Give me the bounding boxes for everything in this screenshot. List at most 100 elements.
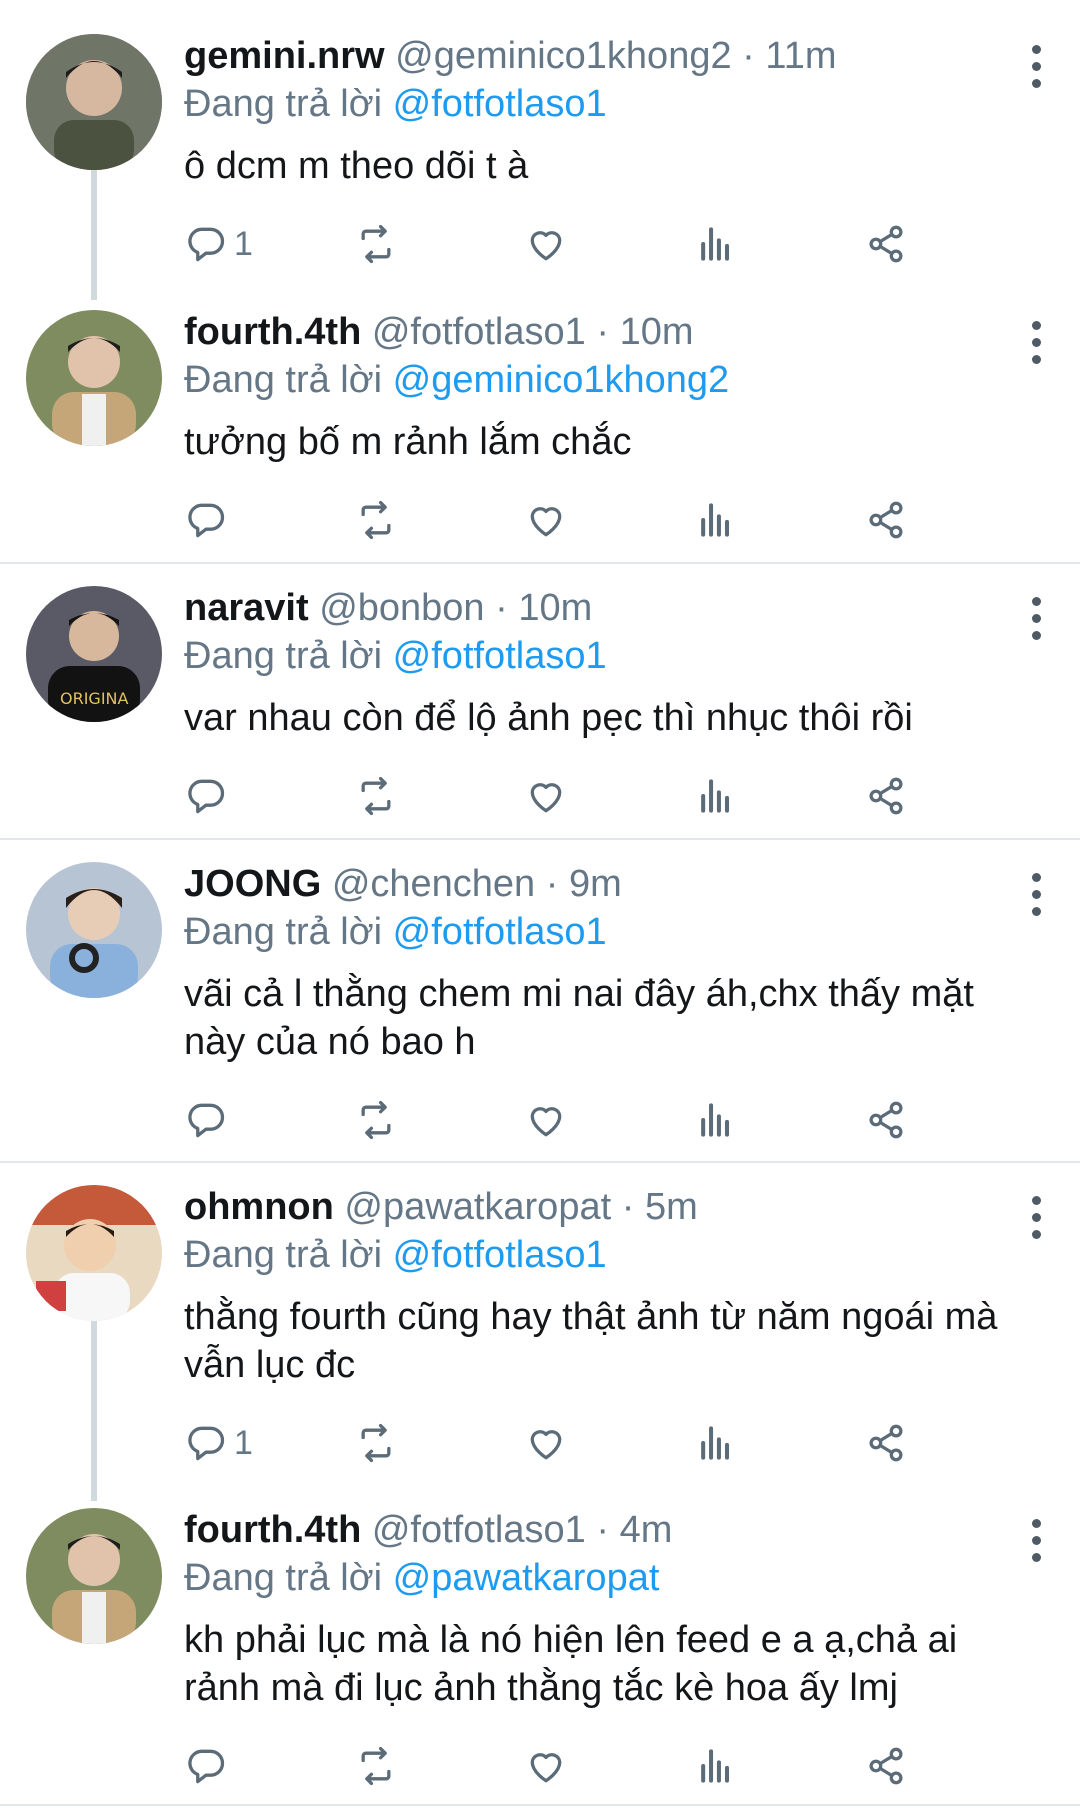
- like-button[interactable]: [524, 214, 568, 274]
- action-bar: 1: [184, 1413, 1044, 1473]
- action-bar: [184, 1736, 1044, 1796]
- reply-button[interactable]: [184, 490, 234, 550]
- tweet-text: var nhau còn để lộ ảnh pẹc thì nhục thôi…: [184, 697, 913, 739]
- reply-button[interactable]: [184, 766, 234, 826]
- user-handle[interactable]: @fotfotlaso1: [372, 1509, 586, 1551]
- reply-mention[interactable]: @fotfotlaso1: [393, 635, 607, 677]
- retweet-button[interactable]: [354, 766, 398, 826]
- reply-button[interactable]: [184, 1736, 234, 1796]
- share-button[interactable]: [864, 766, 908, 826]
- share-button[interactable]: [864, 490, 908, 550]
- avatar[interactable]: [26, 862, 162, 998]
- action-bar: [184, 766, 1044, 826]
- avatar[interactable]: [26, 310, 162, 446]
- divider: [0, 1161, 1080, 1163]
- share-button[interactable]: [864, 1736, 908, 1796]
- retweet-button[interactable]: [354, 1736, 398, 1796]
- timestamp[interactable]: 5m: [645, 1186, 698, 1228]
- reply-prefix: Đang trả lời: [184, 1557, 383, 1599]
- timestamp[interactable]: 11m: [765, 35, 836, 77]
- analytics-icon: [701, 1103, 730, 1137]
- reply-prefix: Đang trả lời: [184, 635, 383, 677]
- reply-icon: [188, 779, 225, 814]
- display-name[interactable]: fourth.4th: [184, 311, 361, 353]
- more-vertical-icon[interactable]: [1016, 1510, 1056, 1570]
- analytics-button[interactable]: [694, 1090, 738, 1150]
- display-name[interactable]: fourth.4th: [184, 1509, 361, 1551]
- timestamp[interactable]: 9m: [569, 863, 622, 905]
- retweet-button[interactable]: [354, 1413, 398, 1473]
- avatar[interactable]: [26, 1185, 162, 1321]
- reply-mention[interactable]: @fotfotlaso1: [393, 1234, 607, 1276]
- divider: [0, 1804, 1080, 1806]
- user-handle[interactable]: @fotfotlaso1: [372, 311, 586, 353]
- share-button[interactable]: [864, 1413, 908, 1473]
- share-button[interactable]: [864, 214, 908, 274]
- reply-icon: [188, 227, 225, 262]
- reply-button[interactable]: 1: [184, 1413, 253, 1473]
- action-bar: [184, 1090, 1044, 1150]
- analytics-button[interactable]: [694, 490, 738, 550]
- timestamp[interactable]: 10m: [620, 311, 694, 353]
- heart-icon: [530, 507, 562, 537]
- more-vertical-icon[interactable]: [1016, 36, 1056, 96]
- avatar[interactable]: [26, 34, 162, 170]
- retweet-button[interactable]: [354, 1090, 398, 1150]
- user-handle[interactable]: @chenchen: [332, 863, 535, 905]
- like-button[interactable]: [524, 1090, 568, 1150]
- share-icon: [869, 1101, 903, 1139]
- reply-prefix: Đang trả lời: [184, 911, 383, 953]
- reply-mention[interactable]: @geminico1khong2: [393, 359, 729, 401]
- like-button[interactable]: [524, 1736, 568, 1796]
- analytics-button[interactable]: [694, 766, 738, 826]
- reply-button[interactable]: 1: [184, 214, 253, 274]
- share-button[interactable]: [864, 1090, 908, 1150]
- reply-mention[interactable]: @pawatkaropat: [393, 1557, 660, 1599]
- reply-button[interactable]: [184, 1090, 234, 1150]
- reply-mention[interactable]: @fotfotlaso1: [393, 83, 607, 125]
- more-vertical-icon[interactable]: [1016, 312, 1056, 372]
- avatar[interactable]: [26, 1508, 162, 1644]
- like-button[interactable]: [524, 766, 568, 826]
- display-name[interactable]: naravit: [184, 587, 309, 629]
- separator-dot: ·: [596, 311, 609, 353]
- more-vertical-icon[interactable]: [1016, 1187, 1056, 1247]
- thread-line: [91, 1321, 97, 1501]
- retweet-icon: [361, 500, 391, 540]
- reply-count: 1: [234, 224, 253, 263]
- retweet-button[interactable]: [354, 214, 398, 274]
- timestamp[interactable]: 4m: [620, 1509, 673, 1551]
- tweet-text: thằng fourth cũng hay thật ảnh từ năm ng…: [184, 1296, 998, 1386]
- like-button[interactable]: [524, 490, 568, 550]
- reply-icon: [188, 503, 225, 538]
- user-handle[interactable]: @pawatkaropat: [344, 1186, 611, 1228]
- avatar[interactable]: ORIGINA: [26, 586, 162, 722]
- analytics-button[interactable]: [694, 1736, 738, 1796]
- heart-icon: [530, 1430, 562, 1460]
- separator-dot: ·: [621, 1186, 635, 1228]
- share-icon: [869, 1747, 903, 1785]
- separator-dot: ·: [742, 35, 755, 77]
- display-name[interactable]: gemini.nrw: [184, 35, 385, 77]
- reply-icon: [188, 1749, 225, 1784]
- reply-mention[interactable]: @fotfotlaso1: [393, 911, 607, 953]
- analytics-button[interactable]: [694, 214, 738, 274]
- display-name[interactable]: JOONG: [184, 863, 321, 905]
- reply-count: 1: [234, 1423, 253, 1462]
- user-handle[interactable]: @bonbon: [319, 587, 484, 629]
- share-icon: [869, 777, 903, 815]
- timestamp[interactable]: 10m: [518, 587, 592, 629]
- analytics-button[interactable]: [694, 1413, 738, 1473]
- more-vertical-icon[interactable]: [1016, 864, 1056, 924]
- action-bar: 1: [184, 214, 1044, 274]
- display-name[interactable]: ohmnon: [184, 1186, 334, 1228]
- separator-dot: ·: [596, 1509, 609, 1551]
- user-handle[interactable]: @geminico1khong2: [395, 35, 731, 77]
- analytics-icon: [701, 1426, 730, 1460]
- svg-text:ORIGINA: ORIGINA: [60, 689, 129, 708]
- retweet-button[interactable]: [354, 490, 398, 550]
- tweet-text: ô dcm m theo dõi t à: [184, 145, 529, 187]
- like-button[interactable]: [524, 1413, 568, 1473]
- tweet-text: kh phải lục mà là nó hiện lên feed e a ạ…: [184, 1619, 958, 1709]
- more-vertical-icon[interactable]: [1016, 588, 1056, 648]
